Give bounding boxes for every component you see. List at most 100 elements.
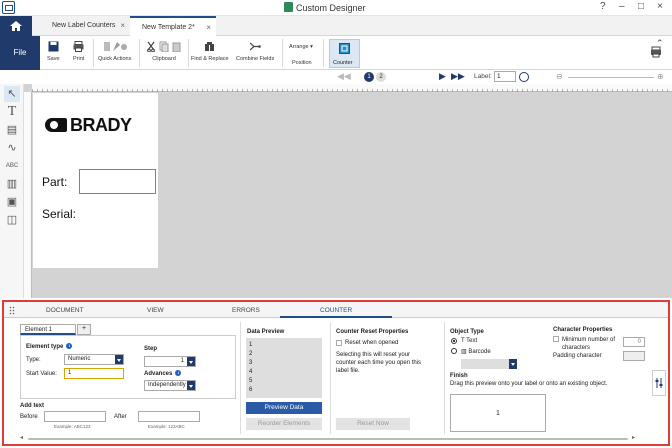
add-element-button[interactable]: + [77,324,91,335]
sliders-icon [655,378,663,388]
close-tab-icon[interactable]: × [120,21,125,30]
find-replace-button[interactable]: Find & Replace [191,41,229,62]
serial-label[interactable]: Serial: [42,207,76,221]
finish-description: Drag this preview onto your label or ont… [450,381,608,387]
picture-tool-icon[interactable]: ▣ [4,194,20,210]
zoom-in-icon[interactable]: ⊕ [657,72,664,81]
last-page-icon[interactable]: ▶▶ [451,71,465,82]
first-page-icon[interactable]: ◀◀ [337,71,351,82]
properties-panel: DOCUMENT VIEW ERRORS COUNTER Element 1 +… [2,300,670,446]
start-value-input[interactable]: 1 [64,368,124,379]
signature-tool-icon[interactable]: ∿ [4,140,20,156]
scroll-right-icon[interactable]: ▸ [632,434,635,441]
binoculars-icon [205,42,215,51]
minimum-characters-input[interactable]: 0 [623,337,645,347]
ribbon-divider [323,39,324,67]
type-label: Type: [26,357,41,363]
before-text-input[interactable] [44,411,106,422]
home-button[interactable] [0,16,32,36]
step-heading: Step [144,346,158,352]
clipboard-group[interactable]: Clipboard [146,41,182,62]
next-page-icon[interactable]: ▶ [439,71,446,82]
reorder-elements-button[interactable]: Reorder Elements [246,418,322,430]
page-2-button[interactable]: 2 [376,72,386,82]
barcode-text-tool-icon[interactable]: ABC [4,158,20,174]
padding-character-input[interactable] [623,351,645,361]
collapse-ribbon-icon[interactable]: ⌃ [656,38,664,49]
minimize-button[interactable]: – [619,1,625,12]
zoom-slider[interactable] [568,77,654,78]
minimum-characters-checkbox[interactable] [553,336,559,342]
quick-actions-group[interactable]: Quick Actions [98,41,131,62]
part-counter-object[interactable] [79,169,156,194]
character-properties-heading: Character Properties [553,327,613,333]
close-tab-icon[interactable]: × [206,23,211,32]
chevron-down-icon [115,355,123,364]
label-number-input[interactable]: 1 [494,71,516,82]
tab-new-template-2[interactable]: New Template 2* × [130,16,216,36]
drag-handle-icon[interactable] [9,306,15,315]
advances-heading: Advances i [144,370,182,377]
text-tool-icon[interactable]: T [4,104,20,120]
step-input[interactable]: 1 [144,356,196,367]
print-button[interactable]: Print [73,41,84,62]
page-1-button[interactable]: 1 [364,72,374,82]
close-button[interactable]: × [657,1,663,12]
go-to-label-icon[interactable] [519,72,529,82]
reset-when-opened-checkbox[interactable] [336,340,342,346]
reset-description: Selecting this will reset your counter e… [336,352,422,374]
preview-value: 1 [249,342,253,348]
start-value-label: Start Value: [26,371,57,377]
label-number-caption: Label: [474,73,492,80]
scrollbar-thumb[interactable] [28,438,628,440]
combine-fields-button[interactable]: Combine Fields [236,41,274,62]
tab-counter[interactable]: COUNTER [320,307,352,314]
before-example: Example: ABC123 [54,424,91,429]
padding-character-label: Padding character [553,353,602,359]
after-text-input[interactable] [138,411,200,422]
tab-errors[interactable]: ERRORS [232,307,260,314]
add-text-heading: Add text [20,403,44,409]
position-group-label: Position [292,60,312,66]
preview-value: 2 [249,351,253,357]
shape-tool-icon[interactable]: ◫ [4,212,20,228]
preview-data-button[interactable]: Preview Data [246,402,322,414]
panel-settings-handle[interactable] [652,370,666,396]
barcode-tool-icon[interactable]: ▥ [4,176,20,192]
date-time-tool-icon[interactable]: ▤ [4,122,20,138]
text-radio[interactable] [451,338,457,344]
chevron-down-icon [187,381,195,390]
type-select[interactable]: Numeric [64,354,124,365]
tab-document[interactable]: DOCUMENT [46,307,84,314]
counter-button[interactable]: Counter [329,39,360,68]
part-label[interactable]: Part: [42,175,67,189]
custom-designer-icon [284,2,293,12]
reset-now-button[interactable]: Reset Now [336,418,410,430]
label-canvas[interactable]: BRADY Part: Serial: [24,84,672,298]
scroll-left-icon[interactable]: ◂ [20,434,23,441]
barcode-type-select[interactable] [461,359,517,369]
horizontal-scrollbar[interactable]: ◂ ▸ [20,434,640,442]
help-button[interactable]: ? [600,1,606,12]
barcode-radio[interactable] [451,348,457,354]
select-tool-icon[interactable]: ↖ [4,86,20,102]
after-label: After [114,414,127,420]
tab-new-label-counters[interactable]: New Label Counters × [34,16,130,36]
label-preview[interactable]: BRADY Part: Serial: [33,93,158,268]
arrange-dropdown[interactable]: Arrange ▾ [289,44,313,50]
barcode-option-label: ▥ Barcode [461,349,491,355]
zoom-out-icon[interactable]: ⊖ [556,72,563,81]
spinner-icon[interactable] [187,357,195,366]
maximize-button[interactable]: □ [638,1,644,12]
finish-preview-box[interactable]: 1 [450,394,546,432]
preview-value: 5 [249,378,253,384]
combine-fields-icon [249,42,261,51]
save-button[interactable]: Save [47,41,60,62]
ruler-ticks [32,84,672,92]
finish-heading: Finish [450,373,468,379]
file-button[interactable]: File [0,36,40,70]
element-1-tab[interactable]: Element 1 [20,324,76,335]
advances-select[interactable]: Independently [144,380,196,391]
tab-view[interactable]: VIEW [147,307,164,314]
element-type-heading: Element type i [26,343,73,350]
